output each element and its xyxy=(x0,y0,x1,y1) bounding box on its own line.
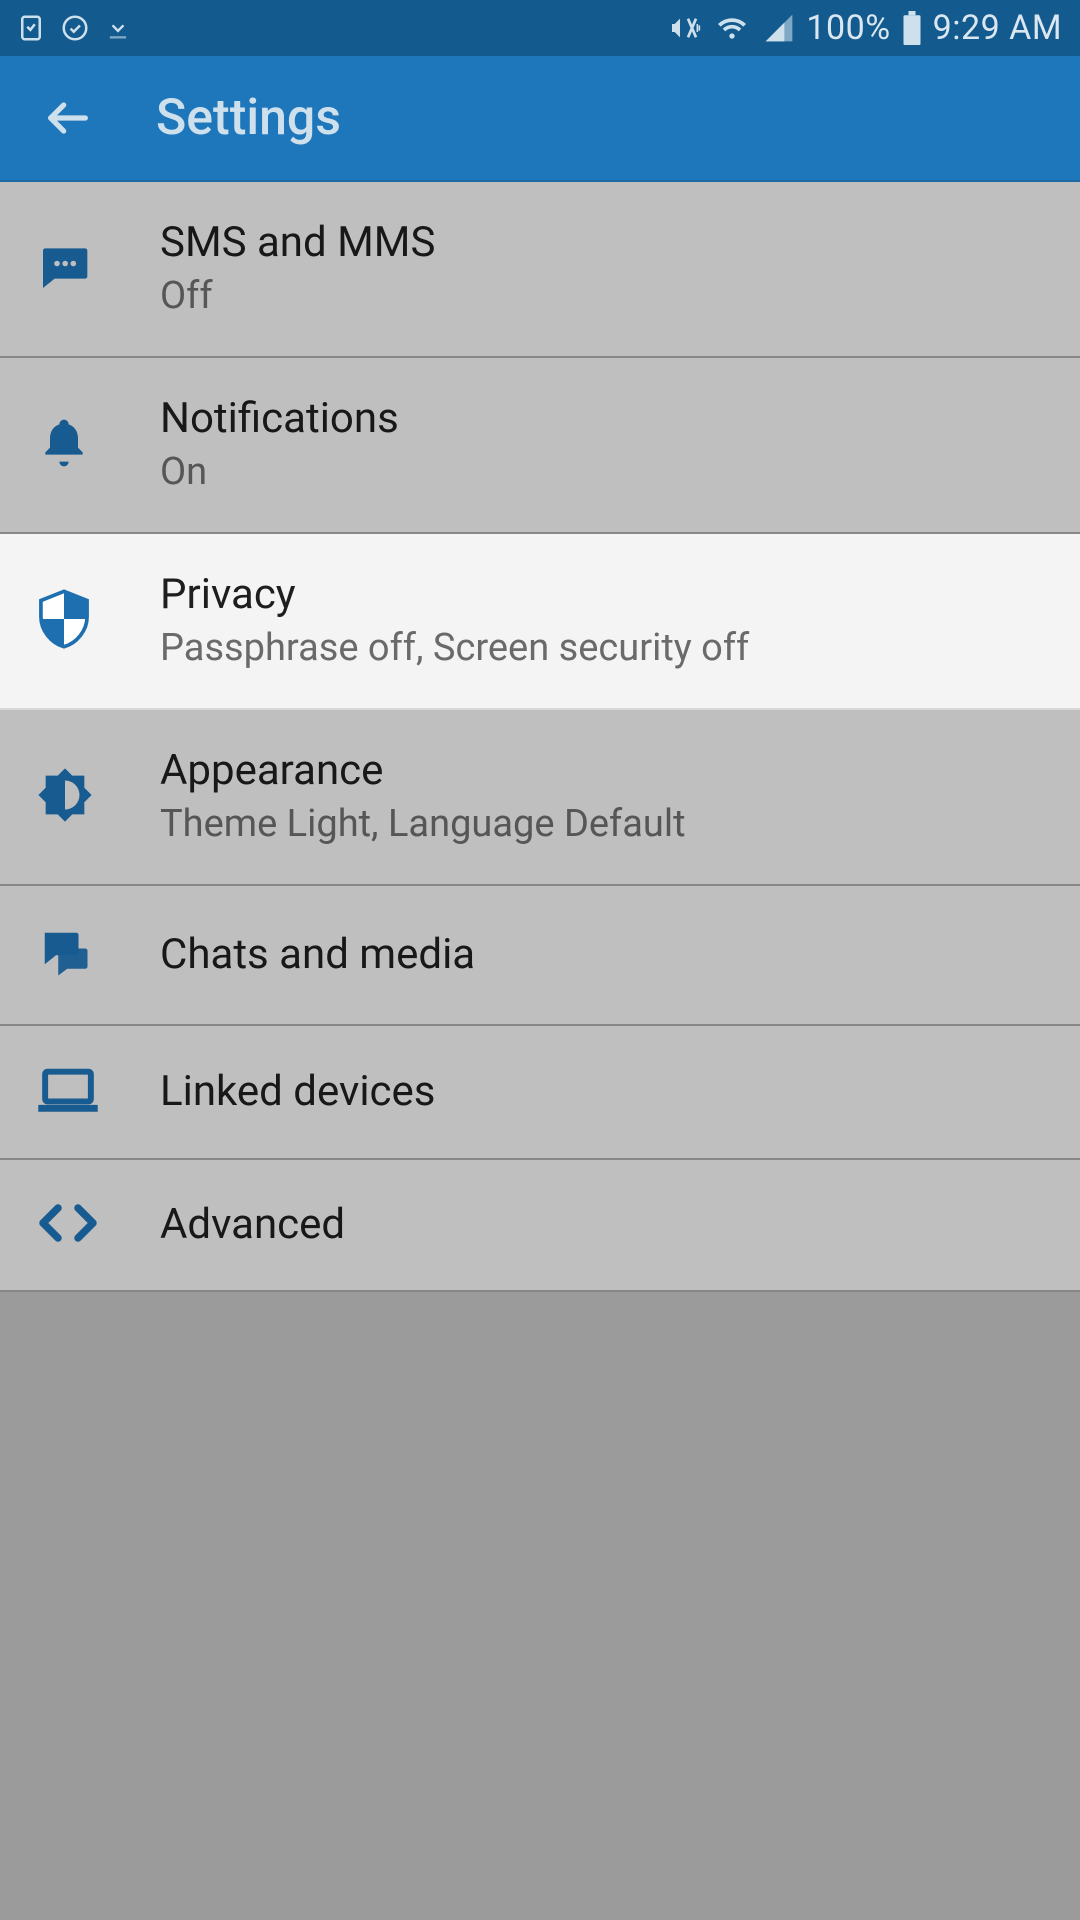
status-left xyxy=(16,13,132,43)
settings-item-label: Chats and media xyxy=(160,930,1040,980)
status-bar: 100% 9:29 AM xyxy=(0,0,1080,56)
settings-item-label: Privacy xyxy=(160,570,1040,620)
battery-icon xyxy=(901,11,923,45)
settings-item-chats-media[interactable]: Chats and media xyxy=(0,886,1080,1026)
settings-item-appearance[interactable]: Appearance Theme Light, Language Default xyxy=(0,710,1080,886)
clock-time: 9:29 AM xyxy=(933,8,1062,48)
chats-icon xyxy=(36,926,94,984)
settings-item-sub: Off xyxy=(160,274,1040,320)
message-icon xyxy=(36,239,92,299)
page-title: Settings xyxy=(156,89,341,147)
settings-item-label: SMS and MMS xyxy=(160,218,1040,268)
shield-icon xyxy=(36,589,92,653)
laptop-icon xyxy=(36,1066,100,1118)
settings-item-label: Appearance xyxy=(160,746,1040,796)
bell-icon xyxy=(36,415,92,475)
settings-item-sms-mms[interactable]: SMS and MMS Off xyxy=(0,182,1080,358)
settings-item-label: Notifications xyxy=(160,394,1040,444)
settings-item-privacy[interactable]: Privacy Passphrase off, Screen security … xyxy=(0,534,1080,710)
back-button[interactable] xyxy=(40,90,96,146)
battery-percentage: 100% xyxy=(806,8,890,48)
arrow-left-icon xyxy=(42,92,94,144)
settings-item-sub: Passphrase off, Screen security off xyxy=(160,626,1040,672)
status-right: 100% 9:29 AM xyxy=(666,8,1062,48)
settings-item-sub: On xyxy=(160,450,1040,496)
settings-item-notifications[interactable]: Notifications On xyxy=(0,358,1080,534)
app-bar: Settings xyxy=(0,56,1080,182)
settings-item-linked-devices[interactable]: Linked devices xyxy=(0,1026,1080,1160)
settings-item-advanced[interactable]: Advanced xyxy=(0,1160,1080,1292)
vibrate-mute-icon xyxy=(666,12,702,44)
settings-item-label: Advanced xyxy=(160,1200,1040,1250)
settings-item-label: Linked devices xyxy=(160,1067,1040,1117)
code-icon xyxy=(36,1203,100,1247)
brightness-icon xyxy=(36,766,94,828)
download-arrow-icon xyxy=(104,13,132,43)
wifi-icon xyxy=(712,12,752,44)
check-circle-icon xyxy=(60,13,90,43)
settings-list: SMS and MMS Off Notifications On xyxy=(0,182,1080,1292)
settings-item-sub: Theme Light, Language Default xyxy=(160,802,1040,848)
cell-signal-icon xyxy=(762,12,796,44)
download-done-icon xyxy=(16,13,46,43)
